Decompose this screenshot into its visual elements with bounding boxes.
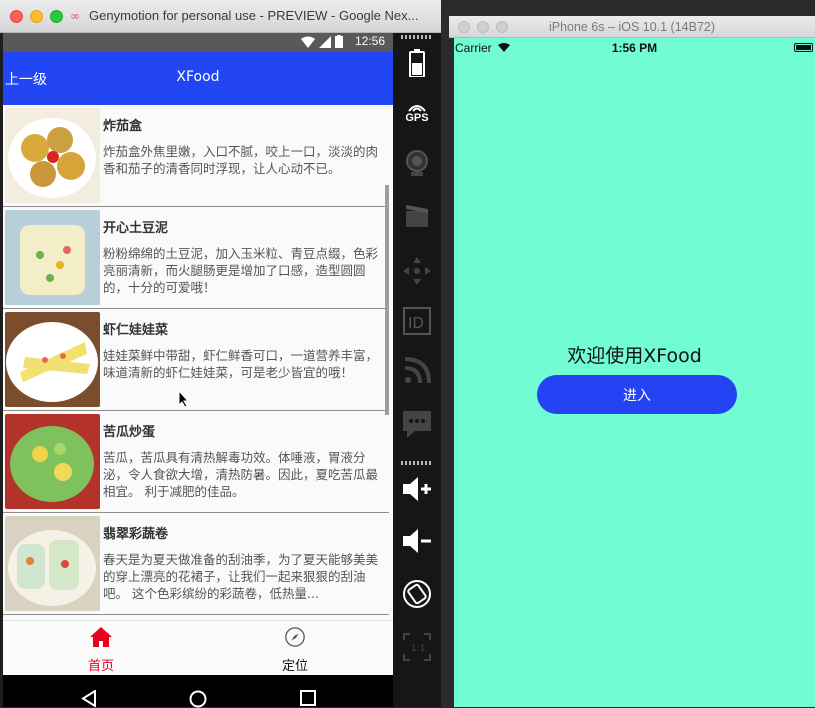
svg-text:ID: ID [408,314,424,332]
list-item[interactable]: 翡翠彩蔬卷 春天是为夏天做准备的刮油季，为了夏天能够美美的穿上漂亮的花裙子，让我… [3,513,389,615]
genymotion-titlebar: ∞ Genymotion for personal use - PREVIEW … [0,0,441,33]
recipe-name: 虾仁娃娃菜 [103,323,169,338]
recents-nav-icon[interactable] [300,690,316,706]
battery-icon [335,35,343,48]
gps-signal-icon [408,105,426,112]
ios-simulator-window: iPhone 6s – iOS 10.1 (14B72) Carrier 1:5… [449,16,815,707]
tab-home-label: 首页 [87,659,114,674]
divider [401,35,433,39]
genymotion-window: ∞ Genymotion for personal use - PREVIEW … [0,0,441,708]
recipe-desc: 娃娃菜鲜中带甜，虾仁鲜香可口，一道营养丰富，味道清新的虾仁娃娃菜，可是老少皆宜的… [103,348,379,380]
battery-icon [794,43,813,52]
tab-home[interactable]: 首页 [61,626,141,674]
welcome-text: 欢迎使用XFood [567,345,702,367]
minimize-window-button[interactable] [30,10,43,23]
sms-icon[interactable] [399,406,435,442]
status-icons [301,35,343,48]
list-item[interactable]: 虾仁娃娃菜 娃娃菜鲜中带甜，虾仁鲜香可口，一道营养丰富，味道清新的虾仁娃娃菜，可… [3,309,389,411]
list-item[interactable]: 开心土豆泥 粉粉绵绵的土豆泥，加入玉米粒、青豆点缀，色彩亮丽清新，而火腿肠更是增… [3,207,389,309]
app-bar: 上一级 XFood [3,52,393,105]
recipe-image [5,414,100,509]
window-title: Genymotion for personal use - PREVIEW - … [89,8,419,23]
status-time: 12:56 [354,34,385,48]
enter-button[interactable]: 进入 [537,375,737,414]
list-item[interactable]: 苦瓜炒蛋 苦瓜，苦瓜具有清热解毒功效。体唾液，胃液分泌，令人食欲大增，清热防暑。… [3,411,389,513]
recipe-name: 炸茄盒 [103,119,143,134]
recipe-desc: 粉粉绵绵的土豆泥，加入玉米粒、青豆点缀，色彩亮丽清新，而火腿肠更是增加了口感，造… [103,246,379,295]
back-nav-icon[interactable] [81,690,97,707]
android-status-bar: 12:56 [3,33,393,52]
tab-location[interactable]: 定位 [255,626,335,674]
ios-screen: Carrier 1:56 PM 欢迎使用XFood 进入 [454,38,815,707]
recipe-image [5,108,100,203]
mouse-cursor-icon [178,390,190,408]
ios-status-bar: Carrier 1:56 PM [454,38,815,58]
divider [401,461,433,465]
signal-icon [319,35,331,48]
recipe-name: 翡翠彩蔬卷 [103,527,169,542]
simulator-titlebar: iPhone 6s – iOS 10.1 (14B72) [449,16,815,38]
android-nav-bar [3,675,393,708]
recipe-name: 苦瓜炒蛋 [103,425,156,440]
ios-time: 1:56 PM [611,41,658,55]
recipe-desc: 春天是为夏天做准备的刮油季，为了夏天能够美美的穿上漂亮的花裙子，让我们一起来狠狠… [103,552,379,601]
home-nav-icon[interactable] [189,690,207,708]
simulator-title: iPhone 6s – iOS 10.1 (14B72) [548,20,716,34]
wifi-icon [301,36,315,48]
genymotion-sidebar: GPS ID 1:1 [393,33,441,707]
genymotion-logo-icon: ∞ [70,9,80,23]
battery-widget-icon[interactable] [399,45,435,81]
dpad-icon[interactable] [399,253,435,289]
recipe-desc: 炸茄盒外焦里嫩，入口不腻，咬上一口，淡淡的肉香和茄子的清香同时浮现，让人心动不已… [103,144,379,176]
volume-up-icon[interactable] [399,471,435,507]
rotate-icon[interactable] [399,576,435,612]
app-title: XFood [176,69,220,85]
recipe-image [5,210,100,305]
volume-down-icon[interactable] [399,523,435,559]
list-item[interactable]: 炸茄盒 炸茄盒外焦里嫩，入口不腻，咬上一口，淡淡的肉香和茄子的清香同时浮现，让人… [3,105,389,207]
tab-location-label: 定位 [281,659,308,674]
rss-icon[interactable] [399,353,435,389]
recipe-image [5,312,100,407]
gps-widget-button[interactable]: GPS [399,95,435,131]
pixel-perfect-icon[interactable]: 1:1 [399,629,435,665]
recipe-image [5,516,100,611]
recipe-list[interactable]: 炸茄盒 炸茄盒外焦里嫩，入口不腻，咬上一口，淡淡的肉香和茄子的清香同时浮现，让人… [3,105,389,620]
device-id-icon[interactable]: ID [399,303,435,339]
webcam-icon[interactable] [399,145,435,181]
list-scrollbar[interactable] [385,185,389,415]
close-window-button[interactable] [10,10,23,23]
zoom-window-button[interactable] [50,10,63,23]
gps-label: GPS [405,112,429,124]
capture-icon[interactable] [399,198,435,234]
home-icon [90,627,112,647]
compass-icon [285,627,305,647]
recipe-name: 开心土豆泥 [103,221,169,236]
bottom-tab-bar: 首页 定位 [3,620,393,675]
recipe-desc: 苦瓜，苦瓜具有清热解毒功效。体唾液，胃液分泌，令人食欲大增，清热防暑。因此，夏吃… [103,450,379,499]
svg-text:1:1: 1:1 [411,644,425,654]
